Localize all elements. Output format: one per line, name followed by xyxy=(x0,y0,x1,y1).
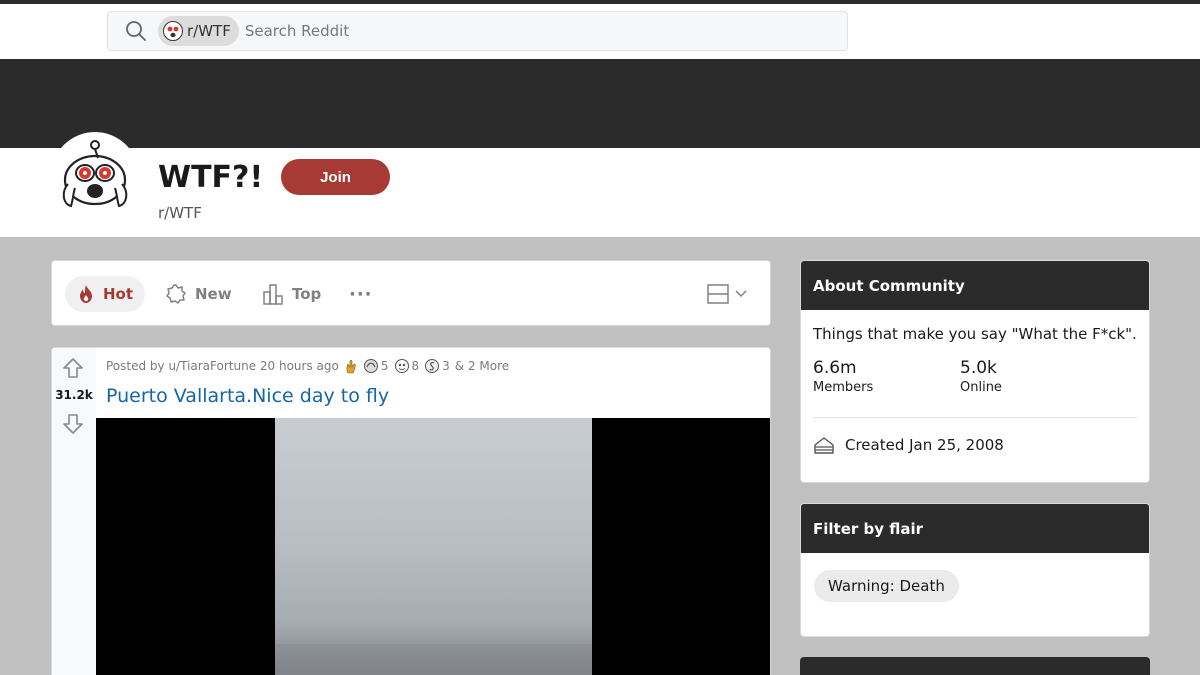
search-icon[interactable] xyxy=(124,19,148,43)
view-layout-toggle[interactable] xyxy=(706,281,750,307)
award-2-count: 8 xyxy=(411,359,420,373)
search-community-chip[interactable]: r/WTF xyxy=(158,16,239,46)
subreddit-avatar-icon xyxy=(163,21,183,41)
about-divider xyxy=(813,417,1137,418)
downvote-arrow-icon[interactable] xyxy=(61,412,85,436)
join-button[interactable]: Join xyxy=(281,159,390,195)
top-navigation-bar: r/WTF xyxy=(0,4,1200,59)
wtf-snoo-icon xyxy=(62,140,128,208)
award-1-count: 5 xyxy=(380,359,389,373)
community-title: WTF?! xyxy=(158,160,264,195)
hand-award-icon xyxy=(346,359,356,374)
sort-top-button[interactable]: Top xyxy=(250,276,333,312)
members-label: Members xyxy=(813,380,874,395)
post-meta: Posted by u/TiaraFortune 20 hours ago 5 … xyxy=(106,358,509,374)
award-3[interactable]: 3 xyxy=(424,358,450,374)
card-layout-icon xyxy=(707,284,729,304)
search-chip-label: r/WTF xyxy=(187,22,231,40)
search-bar[interactable]: r/WTF xyxy=(107,11,848,51)
members-stat: 6.6m Members xyxy=(813,358,873,395)
flame-icon xyxy=(80,285,92,303)
community-banner xyxy=(0,59,1200,148)
community-description: Things that make you say "What the F*ck"… xyxy=(813,325,1137,343)
sort-hot-label: Hot xyxy=(103,285,134,303)
next-sidebar-card xyxy=(800,657,1150,675)
community-name: r/WTF xyxy=(158,204,202,222)
chevron-down-icon xyxy=(735,290,747,298)
award-icon-3 xyxy=(425,359,440,373)
sort-new-label: New xyxy=(195,285,232,303)
burst-icon xyxy=(166,284,186,304)
award-1[interactable]: 5 xyxy=(363,358,389,374)
award-3-count: 3 xyxy=(442,359,450,373)
more-options-button[interactable]: ··· xyxy=(337,276,385,312)
more-awards-link[interactable]: & 2 More xyxy=(455,359,509,373)
vote-score: 31.2k xyxy=(55,388,93,402)
about-community-heading: About Community xyxy=(801,261,1149,310)
filter-by-flair-card: Filter by flair Warning: Death xyxy=(800,503,1150,637)
filter-by-flair-heading: Filter by flair xyxy=(801,504,1149,553)
created-date: Created Jan 25, 2008 xyxy=(813,435,1004,455)
online-stat: 5.0k Online xyxy=(960,358,1002,395)
award-icon-1 xyxy=(363,359,378,373)
award-icon-2 xyxy=(394,359,409,373)
post-title[interactable]: Puerto Vallarta.Nice day to fly xyxy=(106,385,389,407)
sort-new-button[interactable]: New xyxy=(153,276,244,312)
online-label: Online xyxy=(960,380,1002,395)
post-video-player[interactable] xyxy=(96,418,770,675)
search-input[interactable] xyxy=(244,22,805,40)
posted-by-text[interactable]: Posted by u/TiaraFortune 20 hours ago xyxy=(106,359,339,373)
post-card[interactable]: 31.2k Posted by u/TiaraFortune 20 hours … xyxy=(51,347,771,675)
sort-bar: Hot New Top ··· xyxy=(51,260,771,326)
sort-top-label: Top xyxy=(292,285,322,303)
community-avatar xyxy=(51,132,139,220)
sort-hot-button[interactable]: Hot xyxy=(65,276,146,312)
vote-column: 31.2k xyxy=(52,348,96,675)
online-count: 5.0k xyxy=(960,358,997,378)
award-2[interactable]: 8 xyxy=(394,358,420,374)
created-date-text: Created Jan 25, 2008 xyxy=(845,436,1004,454)
about-community-card: About Community Things that make you say… xyxy=(800,260,1150,483)
video-horizon xyxy=(275,644,592,675)
podium-icon xyxy=(263,284,283,305)
cake-icon xyxy=(814,437,834,454)
members-count: 6.6m xyxy=(813,358,857,378)
video-frame xyxy=(275,418,592,675)
upvote-arrow-icon[interactable] xyxy=(61,356,85,380)
flair-chip-warning-death[interactable]: Warning: Death xyxy=(814,570,959,602)
